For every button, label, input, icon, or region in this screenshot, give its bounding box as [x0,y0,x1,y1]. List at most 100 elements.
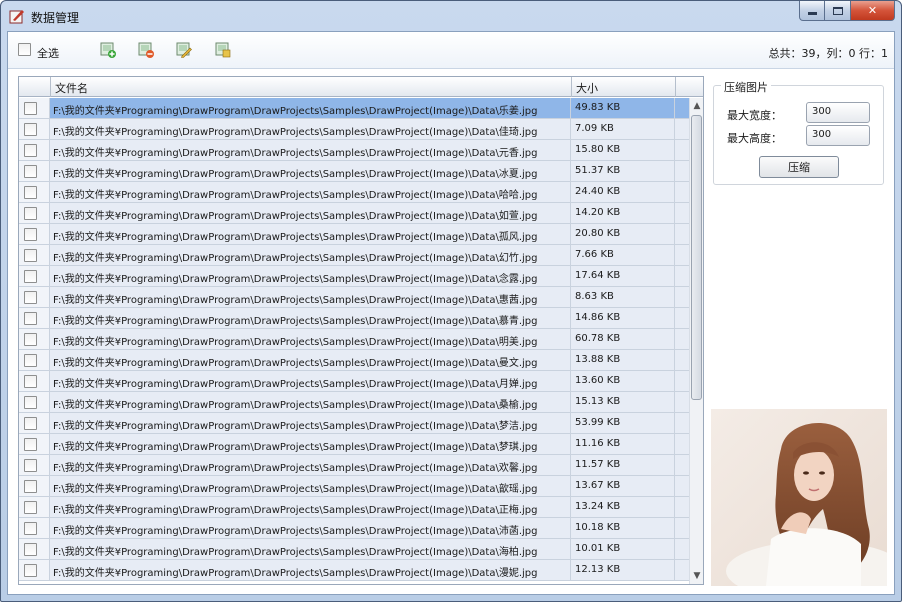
file-path-cell[interactable]: F:\我的文件夹¥Programing\DrawProgram\DrawProj… [51,434,571,454]
file-size-cell[interactable]: 49.83 KB [572,98,675,118]
table-row[interactable]: F:\我的文件夹¥Programing\DrawProgram\DrawProj… [19,518,689,539]
table-row[interactable]: F:\我的文件夹¥Programing\DrawProgram\DrawProj… [19,140,689,161]
table-row[interactable]: F:\我的文件夹¥Programing\DrawProgram\DrawProj… [19,497,689,518]
edit-icon[interactable] [176,42,192,58]
table-row[interactable]: F:\我的文件夹¥Programing\DrawProgram\DrawProj… [19,413,689,434]
table-row[interactable]: F:\我的文件夹¥Programing\DrawProgram\DrawProj… [19,287,689,308]
row-checkbox[interactable] [24,564,37,577]
row-checkbox[interactable] [24,501,37,514]
row-checkbox[interactable] [24,228,37,241]
row-checkbox[interactable] [24,459,37,472]
table-row[interactable]: F:\我的文件夹¥Programing\DrawProgram\DrawProj… [19,119,689,140]
scroll-down-icon[interactable]: ▼ [692,571,702,581]
minimize-button[interactable] [799,1,825,21]
file-size-cell[interactable]: 7.66 KB [572,245,675,265]
header-checkbox-column[interactable] [19,77,51,97]
table-row[interactable]: F:\我的文件夹¥Programing\DrawProgram\DrawProj… [19,266,689,287]
row-checkbox[interactable] [24,333,37,346]
maximize-button[interactable] [825,1,851,21]
file-path-cell[interactable]: F:\我的文件夹¥Programing\DrawProgram\DrawProj… [51,392,571,412]
file-size-cell[interactable]: 8.63 KB [572,287,675,307]
grid-scrollbar[interactable]: ▲ ▼ [689,98,703,584]
row-checkbox[interactable] [24,375,37,388]
file-path-cell[interactable]: F:\我的文件夹¥Programing\DrawProgram\DrawProj… [51,539,571,559]
row-checkbox[interactable] [24,207,37,220]
file-size-cell[interactable]: 20.80 KB [572,224,675,244]
table-row[interactable]: F:\我的文件夹¥Programing\DrawProgram\DrawProj… [19,224,689,245]
scroll-thumb[interactable] [691,115,702,400]
table-row[interactable]: F:\我的文件夹¥Programing\DrawProgram\DrawProj… [19,455,689,476]
table-row[interactable]: F:\我的文件夹¥Programing\DrawProgram\DrawProj… [19,182,689,203]
file-path-cell[interactable]: F:\我的文件夹¥Programing\DrawProgram\DrawProj… [51,518,571,538]
file-size-cell[interactable]: 13.60 KB [572,371,675,391]
row-checkbox[interactable] [24,354,37,367]
row-checkbox[interactable] [24,396,37,409]
file-size-cell[interactable]: 14.20 KB [572,203,675,223]
scroll-up-icon[interactable]: ▲ [692,101,702,111]
table-row[interactable]: F:\我的文件夹¥Programing\DrawProgram\DrawProj… [19,371,689,392]
file-path-cell[interactable]: F:\我的文件夹¥Programing\DrawProgram\DrawProj… [51,308,571,328]
row-checkbox[interactable] [24,417,37,430]
table-row[interactable]: F:\我的文件夹¥Programing\DrawProgram\DrawProj… [19,476,689,497]
file-size-cell[interactable]: 12.13 KB [572,560,675,580]
file-path-cell[interactable]: F:\我的文件夹¥Programing\DrawProgram\DrawProj… [51,224,571,244]
table-row[interactable]: F:\我的文件夹¥Programing\DrawProgram\DrawProj… [19,539,689,560]
row-checkbox[interactable] [24,543,37,556]
table-row[interactable]: F:\我的文件夹¥Programing\DrawProgram\DrawProj… [19,245,689,266]
file-path-cell[interactable]: F:\我的文件夹¥Programing\DrawProgram\DrawProj… [51,203,571,223]
file-size-cell[interactable]: 60.78 KB [572,329,675,349]
row-checkbox[interactable] [24,270,37,283]
file-size-cell[interactable]: 14.86 KB [572,308,675,328]
add-icon[interactable] [100,42,116,58]
table-row[interactable]: F:\我的文件夹¥Programing\DrawProgram\DrawProj… [19,434,689,455]
max-height-input[interactable]: 300 [806,125,870,146]
file-path-cell[interactable]: F:\我的文件夹¥Programing\DrawProgram\DrawProj… [51,182,571,202]
file-path-cell[interactable]: F:\我的文件夹¥Programing\DrawProgram\DrawProj… [51,476,571,496]
file-grid[interactable]: 文件名 大小 F:\我的文件夹¥Programing\DrawProgram\D… [18,76,704,585]
header-size[interactable]: 大小 [572,77,676,97]
delete-icon[interactable] [138,42,154,58]
file-path-cell[interactable]: F:\我的文件夹¥Programing\DrawProgram\DrawProj… [51,329,571,349]
table-row[interactable]: F:\我的文件夹¥Programing\DrawProgram\DrawProj… [19,392,689,413]
row-checkbox[interactable] [24,123,37,136]
select-all-checkbox[interactable] [18,43,31,56]
file-size-cell[interactable]: 13.67 KB [572,476,675,496]
file-size-cell[interactable]: 24.40 KB [572,182,675,202]
table-row[interactable]: F:\我的文件夹¥Programing\DrawProgram\DrawProj… [19,161,689,182]
table-row[interactable]: F:\我的文件夹¥Programing\DrawProgram\DrawProj… [19,350,689,371]
file-path-cell[interactable]: F:\我的文件夹¥Programing\DrawProgram\DrawProj… [51,371,571,391]
file-path-cell[interactable]: F:\我的文件夹¥Programing\DrawProgram\DrawProj… [51,161,571,181]
file-path-cell[interactable]: F:\我的文件夹¥Programing\DrawProgram\DrawProj… [51,245,571,265]
row-checkbox[interactable] [24,144,37,157]
file-size-cell[interactable]: 11.57 KB [572,455,675,475]
file-size-cell[interactable]: 7.09 KB [572,119,675,139]
file-path-cell[interactable]: F:\我的文件夹¥Programing\DrawProgram\DrawProj… [51,497,571,517]
row-checkbox[interactable] [24,186,37,199]
file-path-cell[interactable]: F:\我的文件夹¥Programing\DrawProgram\DrawProj… [51,98,571,118]
max-width-input[interactable]: 300 [806,102,870,123]
select-all-label[interactable]: 全选 [37,45,59,61]
file-size-cell[interactable]: 17.64 KB [572,266,675,286]
table-row[interactable]: F:\我的文件夹¥Programing\DrawProgram\DrawProj… [19,329,689,350]
file-path-cell[interactable]: F:\我的文件夹¥Programing\DrawProgram\DrawProj… [51,413,571,433]
file-path-cell[interactable]: F:\我的文件夹¥Programing\DrawProgram\DrawProj… [51,140,571,160]
file-size-cell[interactable]: 11.16 KB [572,434,675,454]
file-path-cell[interactable]: F:\我的文件夹¥Programing\DrawProgram\DrawProj… [51,287,571,307]
file-size-cell[interactable]: 13.88 KB [572,350,675,370]
table-row[interactable]: F:\我的文件夹¥Programing\DrawProgram\DrawProj… [19,560,689,581]
table-row[interactable]: F:\我的文件夹¥Programing\DrawProgram\DrawProj… [19,308,689,329]
row-checkbox[interactable] [24,291,37,304]
compress-button[interactable]: 压缩 [759,156,839,178]
file-size-cell[interactable]: 53.99 KB [572,413,675,433]
row-checkbox[interactable] [24,522,37,535]
file-path-cell[interactable]: F:\我的文件夹¥Programing\DrawProgram\DrawProj… [51,266,571,286]
save-icon[interactable] [215,42,231,58]
file-size-cell[interactable]: 10.18 KB [572,518,675,538]
title-bar[interactable]: 数据管理 ✕ [1,1,901,31]
table-row[interactable]: F:\我的文件夹¥Programing\DrawProgram\DrawProj… [19,203,689,224]
file-size-cell[interactable]: 13.24 KB [572,497,675,517]
table-row[interactable]: F:\我的文件夹¥Programing\DrawProgram\DrawProj… [19,98,689,119]
row-checkbox[interactable] [24,102,37,115]
file-size-cell[interactable]: 10.01 KB [572,539,675,559]
file-path-cell[interactable]: F:\我的文件夹¥Programing\DrawProgram\DrawProj… [51,560,571,580]
